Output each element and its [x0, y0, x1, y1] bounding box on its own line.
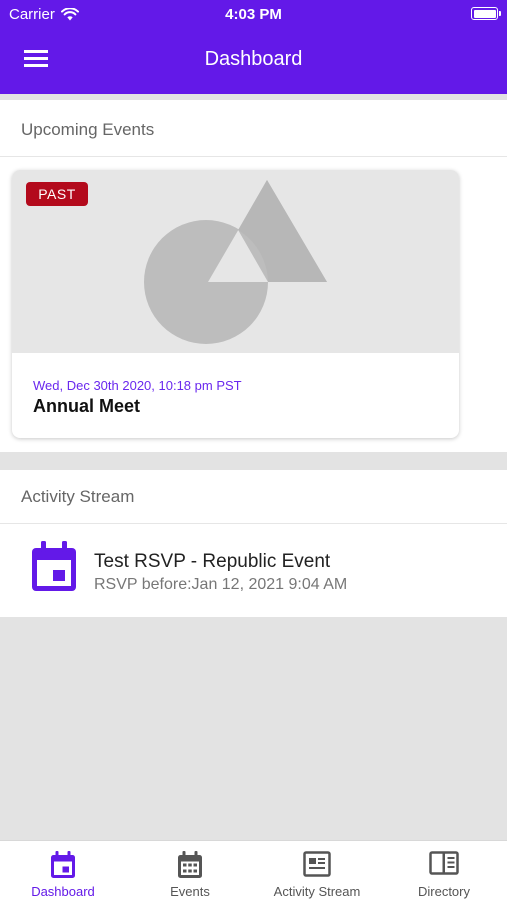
- event-date: Wed, Dec 30th 2020, 10:18 pm PST: [33, 378, 242, 393]
- tab-activity-stream-label: Activity Stream: [273, 884, 361, 899]
- activity-subtitle: RSVP before:Jan 12, 2021 9:04 AM: [94, 576, 348, 593]
- upcoming-events-heading: Upcoming Events: [0, 100, 507, 157]
- newspaper-icon: [303, 851, 331, 877]
- activity-item[interactable]: Test RSVP - Republic Event RSVP before:J…: [0, 524, 507, 617]
- activity-stream-section: Activity Stream Test RSVP - Republic Eve…: [0, 470, 507, 617]
- tab-events-label: Events: [170, 884, 210, 899]
- event-title: Annual Meet: [33, 396, 141, 416]
- page-title: Dashboard: [204, 48, 303, 70]
- bottom-tab-bar: Dashboard Events Activity Stream Directo…: [0, 840, 507, 900]
- calendar-icon: [51, 851, 75, 878]
- tab-events[interactable]: Events: [127, 841, 253, 900]
- status-time: 4:03 PM: [225, 6, 282, 23]
- book-icon: [429, 851, 459, 875]
- battery-icon: [471, 7, 501, 20]
- tab-activity-stream[interactable]: Activity Stream: [254, 841, 380, 900]
- tab-dashboard-label: Dashboard: [31, 884, 95, 899]
- app-header: Carrier 4:03 PM Dashboard: [0, 0, 507, 94]
- past-badge: PAST: [26, 182, 88, 206]
- tab-directory-label: Directory: [417, 884, 470, 899]
- activity-stream-heading: Activity Stream: [0, 470, 507, 524]
- event-card[interactable]: PAST Wed, Dec 30th 2020, 10:18 pm PST An…: [12, 170, 459, 438]
- activity-title: Test RSVP - Republic Event: [94, 551, 331, 572]
- status-bar: Carrier 4:03 PM: [0, 0, 507, 28]
- calendar-icon: [32, 541, 76, 591]
- tab-dashboard[interactable]: Dashboard: [0, 841, 126, 900]
- tab-directory[interactable]: Directory: [381, 841, 507, 900]
- upcoming-events-section: Upcoming Events PAST Wed, Dec 30th 2020,…: [0, 100, 507, 452]
- event-image: PAST: [12, 170, 459, 353]
- calendar-grid-icon: [178, 851, 202, 878]
